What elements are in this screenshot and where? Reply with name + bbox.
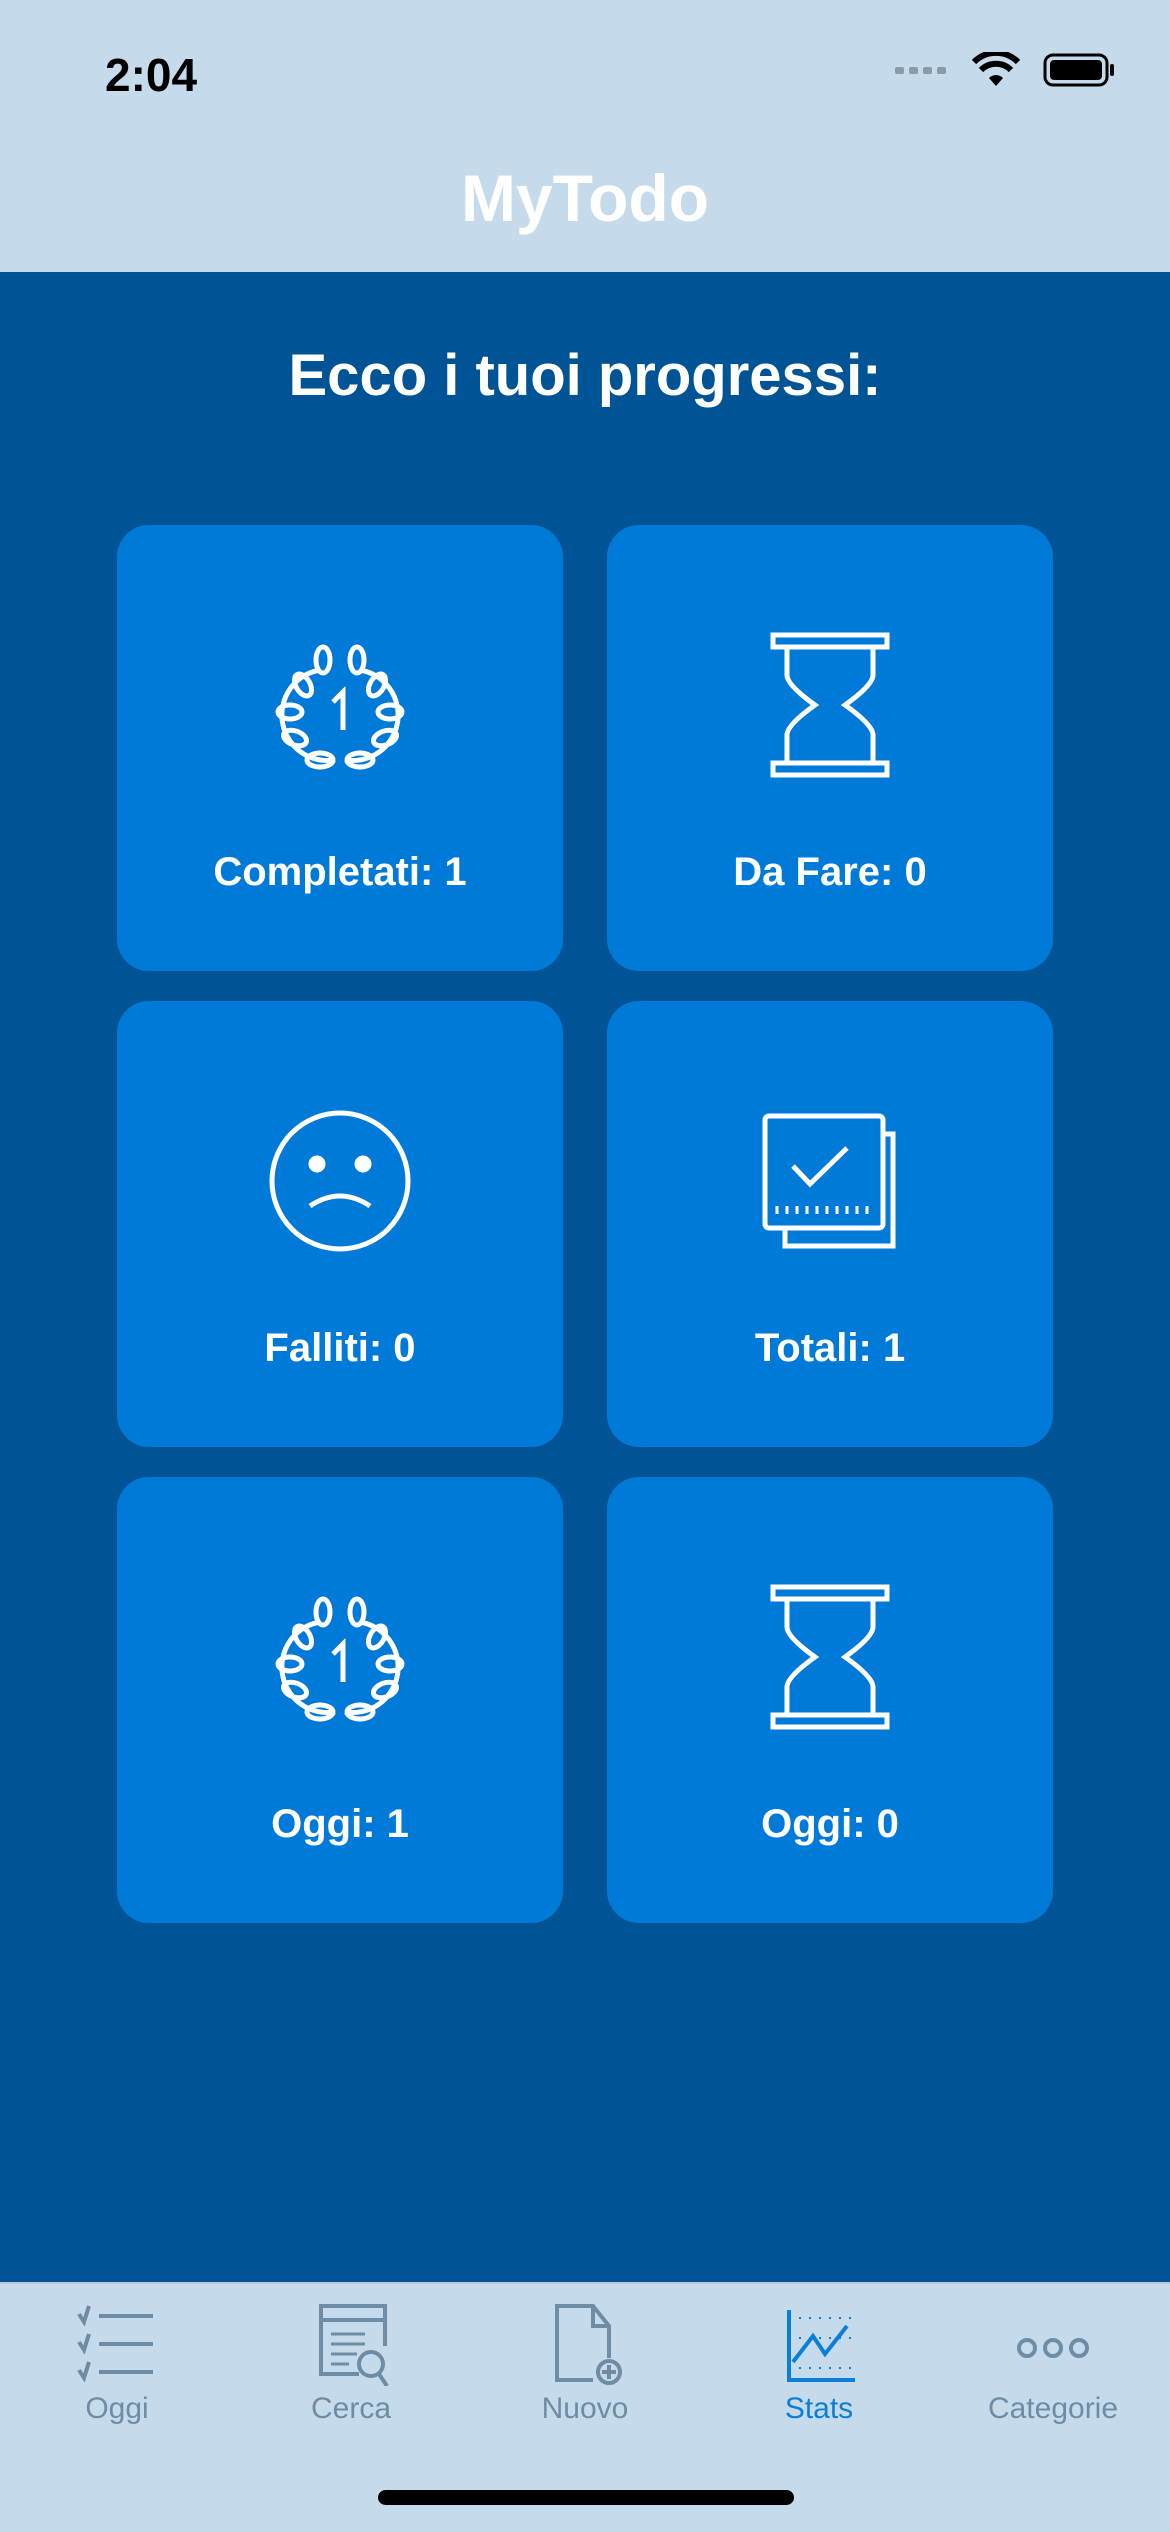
laurel-icon	[275, 644, 405, 770]
battery-icon	[1043, 53, 1114, 87]
stat-card-todo: Da Fare: 0	[607, 525, 1053, 971]
stats-heading: Ecco i tuoi progressi:	[288, 343, 882, 408]
nav-header: 2:04 MyTodo	[0, 0, 1170, 272]
tab-label: Cerca	[310, 2392, 392, 2425]
hourglass-icon	[770, 632, 890, 778]
tab-label: Categorie	[987, 2392, 1119, 2425]
laurel-icon	[275, 1596, 405, 1722]
sad-face-icon	[269, 1110, 411, 1252]
tab-oggi[interactable]: Oggi	[0, 2302, 234, 2452]
stat-card-today-completed: Oggi: 1	[117, 1477, 563, 1923]
wifi-icon	[971, 52, 1021, 86]
stat-label: Oggi: 1	[271, 1802, 409, 1846]
tab-label: Oggi	[85, 2392, 149, 2425]
page-title: MyTodo	[460, 161, 710, 235]
tab-label: Stats	[784, 2392, 854, 2425]
tab-categorie[interactable]: Categorie	[936, 2302, 1170, 2452]
tab-nuovo[interactable]: Nuovo	[468, 2302, 702, 2452]
signal-icon	[895, 67, 946, 74]
status-time: 2:04	[105, 49, 198, 101]
more-icon	[1017, 2338, 1089, 2358]
stat-card-completed: Completati: 1	[117, 525, 563, 971]
stat-card-failed: Falliti: 0	[117, 1001, 563, 1447]
stat-label: Totali: 1	[754, 1326, 906, 1370]
checked-docs-icon	[762, 1113, 896, 1249]
stat-label: Oggi: 0	[761, 1802, 899, 1846]
stat-label: Da Fare: 0	[733, 850, 927, 894]
stat-label: Completati: 1	[213, 850, 467, 894]
hourglass-icon	[770, 1584, 890, 1730]
home-indicator	[378, 2490, 794, 2505]
checklist-icon	[77, 2305, 153, 2383]
search-doc-icon	[319, 2304, 389, 2386]
stat-card-today-todo: Oggi: 0	[607, 1477, 1053, 1923]
tab-cerca[interactable]: Cerca	[234, 2302, 468, 2452]
new-doc-icon	[555, 2304, 622, 2385]
tab-stats[interactable]: Stats	[702, 2302, 936, 2452]
status-icons	[895, 52, 1115, 88]
stat-card-total: Totali: 1	[607, 1001, 1053, 1447]
stat-label: Falliti: 0	[264, 1326, 416, 1370]
tab-label: Nuovo	[541, 2392, 629, 2425]
chart-icon	[787, 2310, 855, 2382]
